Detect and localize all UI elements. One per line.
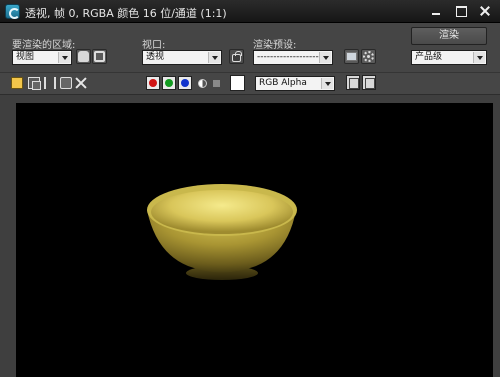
area-dropdown[interactable]: 视图: [12, 50, 72, 65]
chevron-down-icon: [208, 52, 220, 63]
minimize-button[interactable]: [425, 3, 447, 19]
bowl-interior: [151, 190, 293, 234]
crop-icon: [94, 51, 105, 62]
auto-region-button[interactable]: [92, 49, 107, 64]
green-channel-toggle[interactable]: [162, 76, 176, 90]
lock-icon: [232, 51, 242, 62]
maximize-button[interactable]: [450, 3, 472, 19]
area-dropdown-value: 视图: [16, 52, 35, 62]
chevron-down-icon: [319, 52, 331, 63]
channel-dropdown-value: RGB Alpha: [259, 78, 307, 88]
quality-dropdown[interactable]: 产品级: [411, 50, 487, 65]
channel-dropdown[interactable]: RGB Alpha: [255, 76, 335, 91]
title-bar: 透视, 帧 0, RGBA 颜色 16 位/通道 (1:1): [0, 0, 500, 23]
area-label: 要渲染的区域:: [12, 40, 76, 51]
environment-icon: [346, 52, 357, 61]
preset-label: 渲染预设:: [253, 40, 297, 51]
app-icon[interactable]: [5, 4, 20, 19]
environment-button[interactable]: [344, 49, 359, 64]
quality-dropdown-value: 产品级: [415, 52, 443, 62]
color-swatch[interactable]: [230, 75, 245, 91]
close-button[interactable]: [473, 3, 497, 19]
preset-dropdown-value: -------------------: [257, 52, 319, 62]
lock-viewport-button[interactable]: [229, 49, 244, 64]
print-icon[interactable]: [60, 77, 72, 89]
red-channel-toggle[interactable]: [146, 76, 160, 90]
render-setup-button[interactable]: [361, 49, 376, 64]
preset-dropdown[interactable]: -------------------: [253, 50, 333, 65]
render-button[interactable]: 渲染: [411, 27, 487, 45]
gear-icon: [363, 51, 374, 62]
viewport-dropdown-value: 透视: [146, 52, 165, 62]
frame-toolbar: [0, 72, 500, 94]
viewport-label: 视口:: [142, 40, 166, 51]
toggle-ui-button[interactable]: [362, 75, 376, 90]
clone-window-icon[interactable]: [44, 77, 56, 89]
chevron-down-icon: [473, 52, 485, 63]
clear-icon[interactable]: [75, 77, 87, 89]
viewport-dropdown[interactable]: 透视: [142, 50, 222, 65]
blue-channel-toggle[interactable]: [178, 76, 192, 90]
copy-image-icon[interactable]: [28, 77, 41, 90]
toggle-ui-overlay-button[interactable]: [346, 75, 360, 90]
render-viewport: [16, 103, 493, 377]
rendered-bowl: [147, 184, 297, 280]
chevron-down-icon: [321, 78, 333, 89]
alpha-channel-icon[interactable]: [198, 79, 207, 88]
save-image-icon[interactable]: [11, 77, 23, 89]
monochrome-icon[interactable]: [213, 80, 220, 87]
hand-icon: [78, 51, 89, 62]
chevron-down-icon: [58, 52, 70, 63]
edit-region-button[interactable]: [76, 49, 91, 64]
window-title: 透视, 帧 0, RGBA 颜色 16 位/通道 (1:1): [25, 7, 227, 20]
